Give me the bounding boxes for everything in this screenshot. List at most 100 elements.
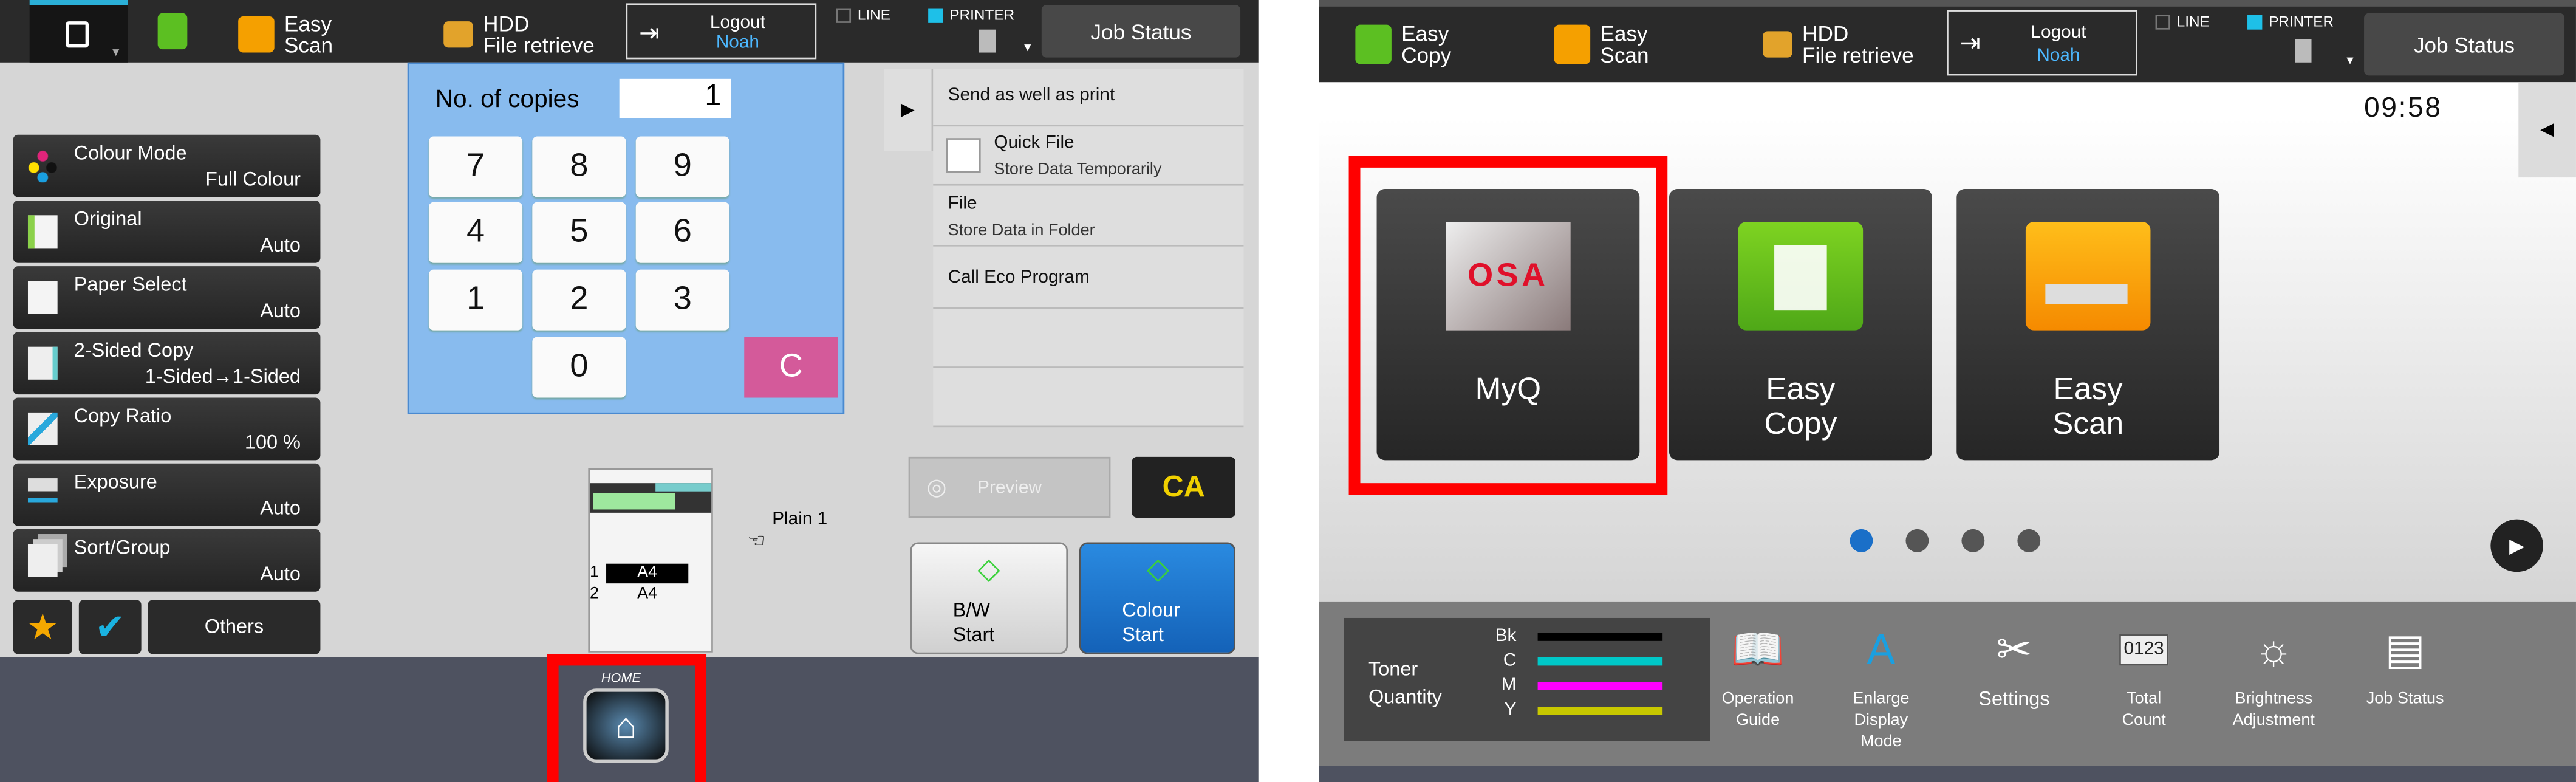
favorite-button[interactable]: ★ — [13, 600, 73, 654]
easy-copy-icon — [1355, 24, 1392, 64]
copies-input[interactable]: 1 — [619, 78, 731, 118]
hdd-file-retrieve[interactable]: HDD File retrieve — [1763, 23, 1914, 66]
colour-mode-button[interactable]: Colour Mode Full Colour — [13, 134, 321, 197]
hdd-file-retrieve[interactable]: HDD File retrieve — [443, 13, 595, 56]
chevron-down-icon[interactable]: ▼ — [1022, 43, 1033, 54]
easy-copy-shortcut[interactable] — [157, 13, 188, 50]
job-status-button[interactable]: ▤ Job Status — [2346, 616, 2464, 710]
sort-group-icon — [27, 544, 58, 577]
page-indicator-dot[interactable] — [1905, 529, 1929, 552]
send-as-well-as-print[interactable]: Send as well as print — [933, 69, 1244, 127]
page-indicator-dot[interactable] — [1961, 529, 1985, 552]
toner-color-label: Bk — [1495, 626, 1517, 646]
menu-empty-slot — [933, 368, 1244, 428]
total-count-button[interactable]: 0123 Total Count — [2085, 616, 2203, 731]
settings-button[interactable]: ✂ Settings — [1955, 616, 2074, 710]
logout-button[interactable]: ⇥ Logout Noah — [1947, 10, 2137, 76]
enlarge-display-button[interactable]: A Enlarge Display Mode — [1822, 616, 1941, 752]
easy-copy-shortcut[interactable]: Easy Copy — [1355, 23, 1451, 66]
job-status-button[interactable]: Job Status — [1041, 5, 1241, 58]
colour-label: Colour — [1122, 598, 1180, 622]
copies-label: No. of copies — [435, 85, 579, 114]
toner-quantity-panel: Toner Quantity Bk C M Y — [1344, 617, 1710, 741]
key-0[interactable]: 0 — [532, 337, 626, 398]
preview-button: ◎ Preview — [908, 456, 1111, 518]
two-sided-copy-button[interactable]: 2-Sided Copy 1-Sided→1-Sided — [13, 332, 321, 395]
tray-number: 2 — [589, 585, 600, 603]
original-button[interactable]: Original Auto — [13, 200, 321, 263]
easy-scan-tile[interactable]: Easy Scan — [1956, 189, 2220, 461]
job-status-button[interactable]: Job Status — [2364, 13, 2565, 76]
side-panel-toggle[interactable]: ◀ — [2518, 82, 2576, 178]
key-3[interactable]: 3 — [635, 269, 729, 331]
sort-group-button[interactable]: Sort/Group Auto — [13, 529, 321, 592]
toner-label: Toner — [1368, 657, 1418, 681]
key-7[interactable]: 7 — [428, 136, 523, 197]
paper-icon — [27, 281, 58, 314]
copy-mode-tab[interactable]: ▼ — [29, 0, 128, 63]
function-value: Auto — [260, 299, 301, 323]
duplex-icon — [27, 346, 58, 380]
function-title: Original — [73, 207, 142, 230]
bw-start-button[interactable]: ◇ B/W Start — [910, 542, 1068, 654]
exposure-icon — [27, 478, 58, 512]
page-indicator-dot[interactable] — [1850, 529, 1873, 552]
key-6[interactable]: 6 — [635, 202, 729, 263]
easy-scan-shortcut[interactable]: Easy Scan — [1554, 23, 1649, 66]
clear-all-button[interactable]: CA — [1132, 456, 1235, 518]
key-9[interactable]: 9 — [635, 136, 729, 197]
page-indicator-dot[interactable] — [2017, 529, 2041, 552]
function-title: 2-Sided Copy — [73, 338, 194, 362]
operation-guide-button[interactable]: 📖 Operation Guide — [1699, 616, 1817, 731]
printer-status-icon — [2247, 13, 2263, 29]
next-page-button[interactable]: ▶ — [2490, 519, 2543, 572]
key-8[interactable]: 8 — [532, 136, 626, 197]
folder-icon — [1763, 31, 1792, 58]
clear-key[interactable]: C — [744, 337, 838, 398]
easy-copy-icon — [157, 13, 188, 50]
icon-label: Operation Guide — [1721, 690, 1794, 730]
logout-button[interactable]: ⇥ Logout Noah — [626, 3, 817, 60]
function-value: 1-Sided→1-Sided — [145, 365, 301, 388]
copy-ratio-icon — [27, 412, 58, 445]
call-eco-program[interactable]: Call Eco Program — [933, 246, 1244, 309]
check-button[interactable]: ✔ — [78, 600, 142, 654]
key-2[interactable]: 2 — [532, 269, 626, 331]
key-5[interactable]: 5 — [532, 202, 626, 263]
key-4[interactable]: 4 — [428, 202, 523, 263]
printer-device-icon — [2295, 39, 2312, 63]
collapse-left-icon: ◀ — [2540, 120, 2555, 140]
preview-label: Preview — [977, 477, 1042, 498]
copy-icon — [66, 21, 89, 48]
tray-2[interactable]: 2 A4 — [590, 585, 711, 605]
key-1[interactable]: 1 — [428, 269, 523, 331]
line-label: LINE — [2176, 13, 2210, 30]
copy-ratio-button[interactable]: Copy Ratio 100 % — [13, 397, 321, 461]
quick-file-checkbox[interactable] — [946, 138, 981, 173]
file-store-folder[interactable]: File Store Data in Folder — [933, 185, 1244, 247]
tray-size: A4 — [606, 563, 689, 584]
folder-icon — [443, 21, 473, 48]
collapse-panel-button[interactable]: ▶ — [884, 69, 934, 151]
printer-label: PRINTER — [949, 6, 1015, 23]
line-indicator: LINE — [836, 7, 890, 23]
paper-select-button[interactable]: Paper Select Auto — [13, 266, 321, 329]
home-button[interactable]: ⌂ — [583, 688, 669, 763]
settings-icon: ✂ — [1996, 623, 2032, 673]
menu-empty-slot — [933, 309, 1244, 368]
tray-1[interactable]: 1 A4 — [590, 563, 711, 584]
others-button[interactable]: Others — [148, 600, 321, 654]
easy-scan-shortcut[interactable]: Easy Scan — [238, 13, 333, 56]
quick-file[interactable]: Quick File Store Data Temporarily — [933, 126, 1244, 186]
printer-status-icon — [928, 7, 943, 22]
easy-scan-icon — [2025, 222, 2151, 331]
toner-level-bar — [1537, 707, 1663, 715]
easy-copy-tile[interactable]: Easy Copy — [1669, 189, 1932, 461]
function-title: Paper Select — [73, 272, 187, 296]
chevron-right-icon: ▶ — [2509, 534, 2525, 557]
icon-label: Settings — [1978, 687, 2050, 710]
brightness-button[interactable]: ☼ Brightness Adjustment — [2215, 616, 2333, 731]
chevron-down-icon[interactable]: ▼ — [2345, 56, 2356, 67]
exposure-button[interactable]: Exposure Auto — [13, 463, 321, 526]
colour-start-button[interactable]: ◇ Colour Start — [1079, 542, 1235, 654]
